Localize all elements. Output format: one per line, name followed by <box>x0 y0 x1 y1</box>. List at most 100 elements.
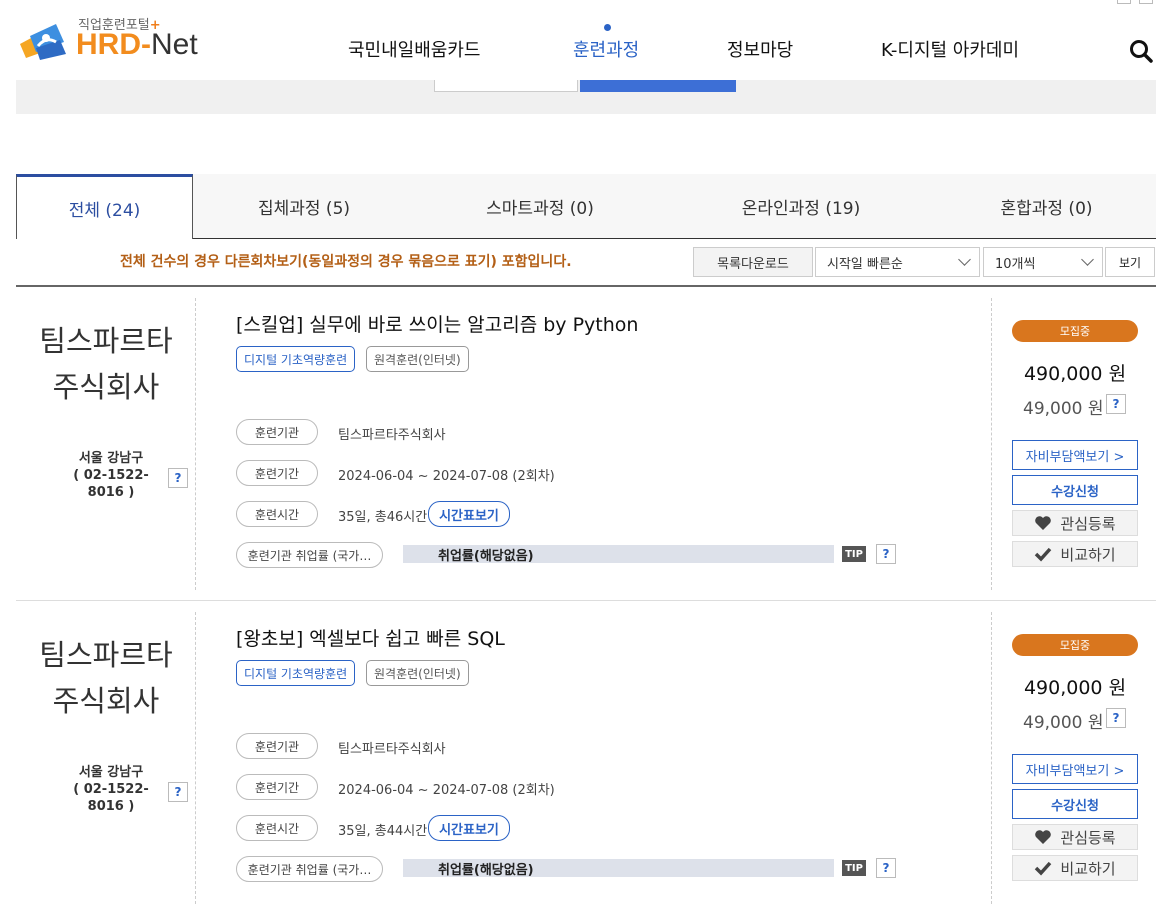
course-price: 490,000 원 <box>1023 677 1127 699</box>
region-text: 서울 강남구 <box>78 765 144 780</box>
compare-button[interactable]: 비교하기 <box>1012 541 1138 567</box>
nav-training-courses[interactable]: 훈련과정 <box>573 36 639 62</box>
per-page-select[interactable]: 10개씩 <box>983 247 1103 277</box>
compare-label: 비교하기 <box>1060 545 1116 564</box>
tab-classroom[interactable]: 집체과정 (5) <box>193 174 415 239</box>
label-hours: 훈련시간 <box>236 501 318 527</box>
course-title[interactable]: [왕초보] 엑셀보다 쉽고 빠른 SQL <box>236 624 505 651</box>
label-employment-rate: 훈련기관 취업률 (국가… <box>236 856 383 882</box>
institution-value: 팀스파르타주식회사 <box>338 428 446 443</box>
phone-text: ( 02-1522-8016 ) <box>73 468 149 500</box>
tag-remote-training: 원격훈련(인터넷) <box>366 660 469 686</box>
course-title[interactable]: [스킬업] 실무에 바로 쓰이는 알고리즘 by Python <box>236 310 638 337</box>
chevron-down-icon <box>958 253 971 266</box>
label-institution: 훈련기관 <box>236 419 318 445</box>
compare-label: 비교하기 <box>1060 859 1116 878</box>
tag-digital-basic: 디지털 기초역량훈련 <box>236 346 356 372</box>
employment-rate-bar: 취업률(해당없음) <box>403 859 834 878</box>
list-top-divider <box>16 285 1156 287</box>
logo-emblem-icon <box>20 24 66 60</box>
wishlist-label: 관심등록 <box>1060 514 1116 533</box>
help-icon[interactable]: ? <box>168 468 188 488</box>
tab-blended[interactable]: 혼합과정 (0) <box>937 174 1156 239</box>
company-name[interactable]: 팀스파르타 주식회사 <box>16 318 196 410</box>
sort-select-value: 시작일 빠른순 <box>827 256 903 272</box>
region-text: 서울 강남구 <box>78 451 144 466</box>
tab-online[interactable]: 온라인과정 (19) <box>665 174 937 239</box>
self-pay-price: 49,000 원 <box>1023 713 1104 733</box>
hours-value: 35일, 총44시간 <box>338 824 428 839</box>
compare-button[interactable]: 비교하기 <box>1012 855 1138 881</box>
hrd-net-logo[interactable]: 직업훈련포털+ HRD-Net <box>16 14 216 64</box>
self-pay-view-button[interactable]: 자비부담액보기 > <box>1012 754 1138 784</box>
hours-value: 35일, 총46시간 <box>338 510 428 525</box>
company-region: 서울 강남구 ( 02-1522-8016 ) <box>56 450 166 501</box>
list-download-button[interactable]: 목록다운로드 <box>693 247 813 277</box>
help-icon[interactable]: ? <box>876 544 896 564</box>
nav-national-card[interactable]: 국민내일배움카드 <box>348 36 480 62</box>
help-icon[interactable]: ? <box>1106 708 1126 728</box>
timetable-button[interactable]: 시간표보기 <box>428 815 510 841</box>
tab-smart[interactable]: 스마트과정 (0) <box>415 174 665 239</box>
status-badge: 모집중 <box>1012 634 1138 656</box>
nav-info-plaza[interactable]: 정보마당 <box>727 36 793 62</box>
timetable-button[interactable]: 시간표보기 <box>428 501 510 527</box>
company-name-line: 주식회사 <box>52 370 160 404</box>
tip-badge[interactable]: TIP <box>842 546 866 562</box>
self-pay-price: 49,000 원 <box>1023 399 1104 419</box>
period-value: 2024-06-04 ~ 2024-07-08 (2회차) <box>338 469 555 484</box>
course-card: 팀스파르타 주식회사 서울 강남구 ( 02-1522-8016 ) ? [왕초… <box>16 602 1156 912</box>
count-notice: 전체 건수의 경우 다른회차보기(동일과정의 경우 묶음으로 표기) 포함입니다… <box>120 254 572 270</box>
view-button[interactable]: 보기 <box>1105 247 1155 277</box>
phone-text: ( 02-1522-8016 ) <box>73 782 149 814</box>
tab-all[interactable]: 전체 (24) <box>16 174 193 239</box>
per-page-select-value: 10개씩 <box>995 256 1036 272</box>
search-panel-button[interactable] <box>580 80 736 92</box>
label-period: 훈련기간 <box>236 460 318 486</box>
self-pay-view-button[interactable]: 자비부담액보기 > <box>1012 440 1138 470</box>
company-name-line: 팀스파르타 <box>39 638 173 672</box>
course-price: 490,000 원 <box>1023 363 1127 385</box>
logo-wordmark: HRD-Net <box>76 28 198 61</box>
course-type-tabs: 전체 (24) 집체과정 (5) 스마트과정 (0) 온라인과정 (19) 혼합… <box>16 174 1156 239</box>
search-icon[interactable] <box>1128 38 1154 64</box>
nav-k-digital-academy[interactable]: K-디지털 아카데미 <box>881 36 1019 62</box>
company-name[interactable]: 팀스파르타 주식회사 <box>16 632 196 724</box>
window-corner-box <box>1139 0 1153 4</box>
label-hours: 훈련시간 <box>236 815 318 841</box>
search-panel-input[interactable] <box>434 80 578 92</box>
heart-icon <box>1035 516 1052 530</box>
help-icon[interactable]: ? <box>1106 394 1126 414</box>
apply-button[interactable]: 수강신청 <box>1012 475 1138 505</box>
sort-select[interactable]: 시작일 빠른순 <box>815 247 980 277</box>
label-institution: 훈련기관 <box>236 733 318 759</box>
wishlist-button[interactable]: 관심등록 <box>1012 510 1138 536</box>
course-card: 팀스파르타 주식회사 서울 강남구 ( 02-1522-8016 ) ? [스킬… <box>16 288 1156 598</box>
company-name-line: 주식회사 <box>52 684 160 718</box>
institution-value: 팀스파르타주식회사 <box>338 742 446 757</box>
check-icon <box>1035 547 1052 562</box>
company-region: 서울 강남구 ( 02-1522-8016 ) <box>56 764 166 815</box>
site-header: 직업훈련포털+ HRD-Net 국민내일배움카드 훈련과정 정보마당 K-디지털… <box>0 0 1169 80</box>
company-name-line: 팀스파르타 <box>39 324 173 358</box>
help-icon[interactable]: ? <box>168 782 188 802</box>
help-icon[interactable]: ? <box>876 858 896 878</box>
row-divider <box>16 600 1156 601</box>
chevron-down-icon <box>1081 253 1094 266</box>
check-icon <box>1035 861 1052 876</box>
label-employment-rate: 훈련기관 취업률 (국가… <box>236 542 383 568</box>
card-divider <box>991 298 992 590</box>
wishlist-button[interactable]: 관심등록 <box>1012 824 1138 850</box>
window-corner-box <box>1117 0 1131 4</box>
tag-digital-basic: 디지털 기초역량훈련 <box>236 660 356 686</box>
apply-button[interactable]: 수강신청 <box>1012 789 1138 819</box>
status-badge: 모집중 <box>1012 320 1138 342</box>
employment-rate-bar: 취업률(해당없음) <box>403 545 834 564</box>
active-nav-indicator <box>604 24 611 31</box>
tip-badge[interactable]: TIP <box>842 860 866 876</box>
wishlist-label: 관심등록 <box>1060 828 1116 847</box>
card-divider <box>991 612 992 904</box>
label-period: 훈련기간 <box>236 774 318 800</box>
period-value: 2024-06-04 ~ 2024-07-08 (2회차) <box>338 783 555 798</box>
heart-icon <box>1035 830 1052 844</box>
